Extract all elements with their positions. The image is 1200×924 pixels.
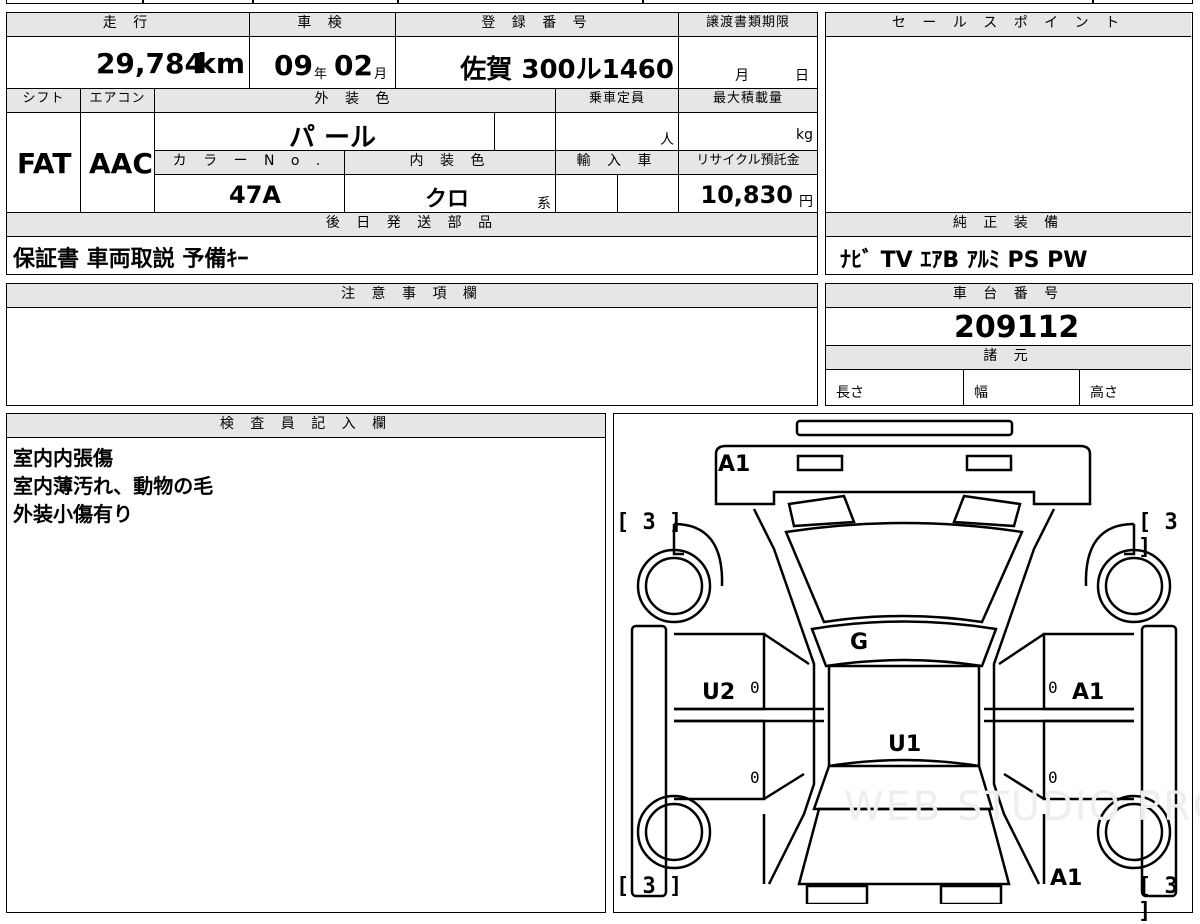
capacity-label: 乗車定員: [556, 89, 679, 113]
genuine-label: 純 正 装 備: [826, 213, 1191, 237]
zero-right-upper: 0: [1048, 678, 1058, 697]
damage-roof-label: U1: [888, 732, 922, 757]
genuine-value: ﾅﾋﾞ TV ｴｱB ｱﾙﾐ PS PW: [840, 248, 1088, 273]
tire-front-left: [ 3 ]: [616, 510, 683, 535]
inspector-box: 検 査 員 記 入 欄 室内内張傷 室内薄汚れ、動物の毛 外装小傷有り: [6, 413, 606, 913]
interior-value: クロ: [425, 187, 470, 212]
shipping-cell: 保証書 車両取説 予備ｷｰ: [7, 237, 817, 274]
length-cell: 長さ: [826, 370, 964, 405]
width-label: 幅: [974, 385, 988, 401]
mileage-unit: km: [197, 47, 245, 80]
shift-cell: FAT: [7, 113, 81, 213]
exterior-label: 外 装 色: [155, 89, 556, 113]
chassis-label: 車 台 番 号: [826, 284, 1191, 308]
deadline-label: 譲渡書類期限: [679, 13, 817, 37]
sales-label: セ ー ル ス ポ イ ン ト: [826, 13, 1191, 37]
shift-label: シフト: [7, 89, 81, 113]
shaken-month-unit: 月: [374, 67, 388, 82]
shaken-month: 02: [334, 49, 373, 82]
colorno-cell: 47A: [155, 175, 345, 213]
reg-cell: 佐賀 300ル1460: [396, 37, 679, 89]
car-diagram: A1 G U1 U2 A1 A1 [ 3 ] [ 3 ] [ 3 ] [ 3 ]…: [613, 413, 1200, 924]
mileage-value: 29,784: [95, 47, 204, 80]
tire-front-right: [ 3 ]: [1138, 510, 1178, 560]
maxload-unit: kg: [796, 127, 813, 143]
exterior-value: パ ール: [289, 123, 377, 151]
colorno-label: カ ラ ー N o .: [155, 151, 345, 175]
deadline-cell: 月 日: [679, 37, 817, 89]
inspector-line-2: 室内薄汚れ、動物の毛: [13, 474, 214, 498]
import-cell-1: [556, 175, 618, 213]
recycle-value: 10,830: [700, 181, 793, 209]
interior-label: 内 装 色: [345, 151, 556, 175]
recycle-unit: 円: [799, 194, 813, 210]
notes-box: 注 意 事 項 欄: [6, 283, 818, 406]
interior-cell: クロ 系: [345, 175, 556, 213]
shaken-cell: 09 年 02 月: [250, 37, 396, 89]
inspector-line-1: 室内内張傷: [13, 446, 113, 470]
top-strip: [6, 0, 1193, 4]
zero-left-upper: 0: [750, 678, 760, 697]
recycle-cell: 10,830 円: [679, 175, 817, 213]
ac-value: AAC: [89, 147, 153, 180]
ac-cell: AAC: [81, 113, 155, 213]
tire-rear-left: [ 3 ]: [616, 874, 683, 899]
length-label: 長さ: [836, 385, 864, 401]
shaken-label: 車 検: [250, 13, 396, 37]
shaken-year: 09: [274, 49, 313, 82]
damage-front-label: A1: [718, 452, 751, 477]
damage-right-door-label: A1: [1072, 680, 1105, 705]
maxload-cell: kg: [679, 113, 817, 151]
damage-rear-right-label: A1: [1050, 866, 1083, 891]
mileage-label: 走 行: [7, 13, 250, 37]
deadline-month: 月: [735, 68, 749, 84]
width-cell: 幅: [964, 370, 1080, 405]
reg-value: 佐賀 300ル1460: [460, 55, 674, 85]
interior-suffix: 系: [537, 196, 551, 212]
spec-label: 諸 元: [826, 346, 1191, 370]
sales-point-box: セ ー ル ス ポ イ ン ト 純 正 装 備 ﾅﾋﾞ TV ｴｱB ｱﾙﾐ P…: [825, 12, 1193, 275]
sales-content: [826, 37, 1191, 213]
reg-label: 登 録 番 号: [396, 13, 679, 37]
height-cell: 高さ: [1080, 370, 1191, 405]
zero-left-lower: 0: [750, 768, 760, 787]
vehicle-info-table: 走 行 車 検 登 録 番 号 譲渡書類期限 29,784 km 09 年 02…: [6, 12, 818, 275]
damage-left-door-label: U2: [702, 680, 736, 705]
chassis-box: 車 台 番 号 209112 諸 元 長さ 幅 高さ: [825, 283, 1193, 406]
deadline-day: 日: [795, 68, 809, 84]
shift-value: FAT: [17, 147, 72, 180]
car-outline-svg: [630, 419, 1178, 904]
inspector-line-3: 外装小傷有り: [13, 502, 133, 526]
shipping-label: 後 日 発 送 部 品: [7, 213, 817, 237]
capacity-cell: 人: [556, 113, 679, 151]
inspector-label: 検 査 員 記 入 欄: [7, 414, 605, 438]
maxload-label: 最大積載量: [679, 89, 817, 113]
tire-rear-right: [ 3 ]: [1138, 874, 1178, 924]
import-label: 輸 入 車: [556, 151, 679, 175]
height-label: 高さ: [1090, 385, 1118, 401]
colorno-value: 47A: [229, 181, 281, 209]
damage-hood-label: G: [850, 630, 869, 655]
watermark: WEB STUDIO PRO: [844, 784, 1200, 830]
exterior-extra-cell: [495, 113, 556, 151]
shaken-year-unit: 年: [314, 67, 328, 82]
notes-label: 注 意 事 項 欄: [7, 284, 817, 308]
chassis-value: 209112: [954, 310, 1080, 345]
recycle-label: リサイクル預託金: [679, 151, 817, 175]
import-cell-2: [618, 175, 679, 213]
genuine-cell: ﾅﾋﾞ TV ｴｱB ｱﾙﾐ PS PW: [826, 237, 1191, 274]
shipping-value: 保証書 車両取説 予備ｷｰ: [13, 247, 249, 272]
chassis-cell: 209112: [826, 308, 1191, 346]
exterior-cell: パ ール: [155, 113, 495, 151]
ac-label: エアコン: [81, 89, 155, 113]
mileage-cell: 29,784 km: [7, 37, 250, 89]
capacity-unit: 人: [660, 132, 674, 148]
